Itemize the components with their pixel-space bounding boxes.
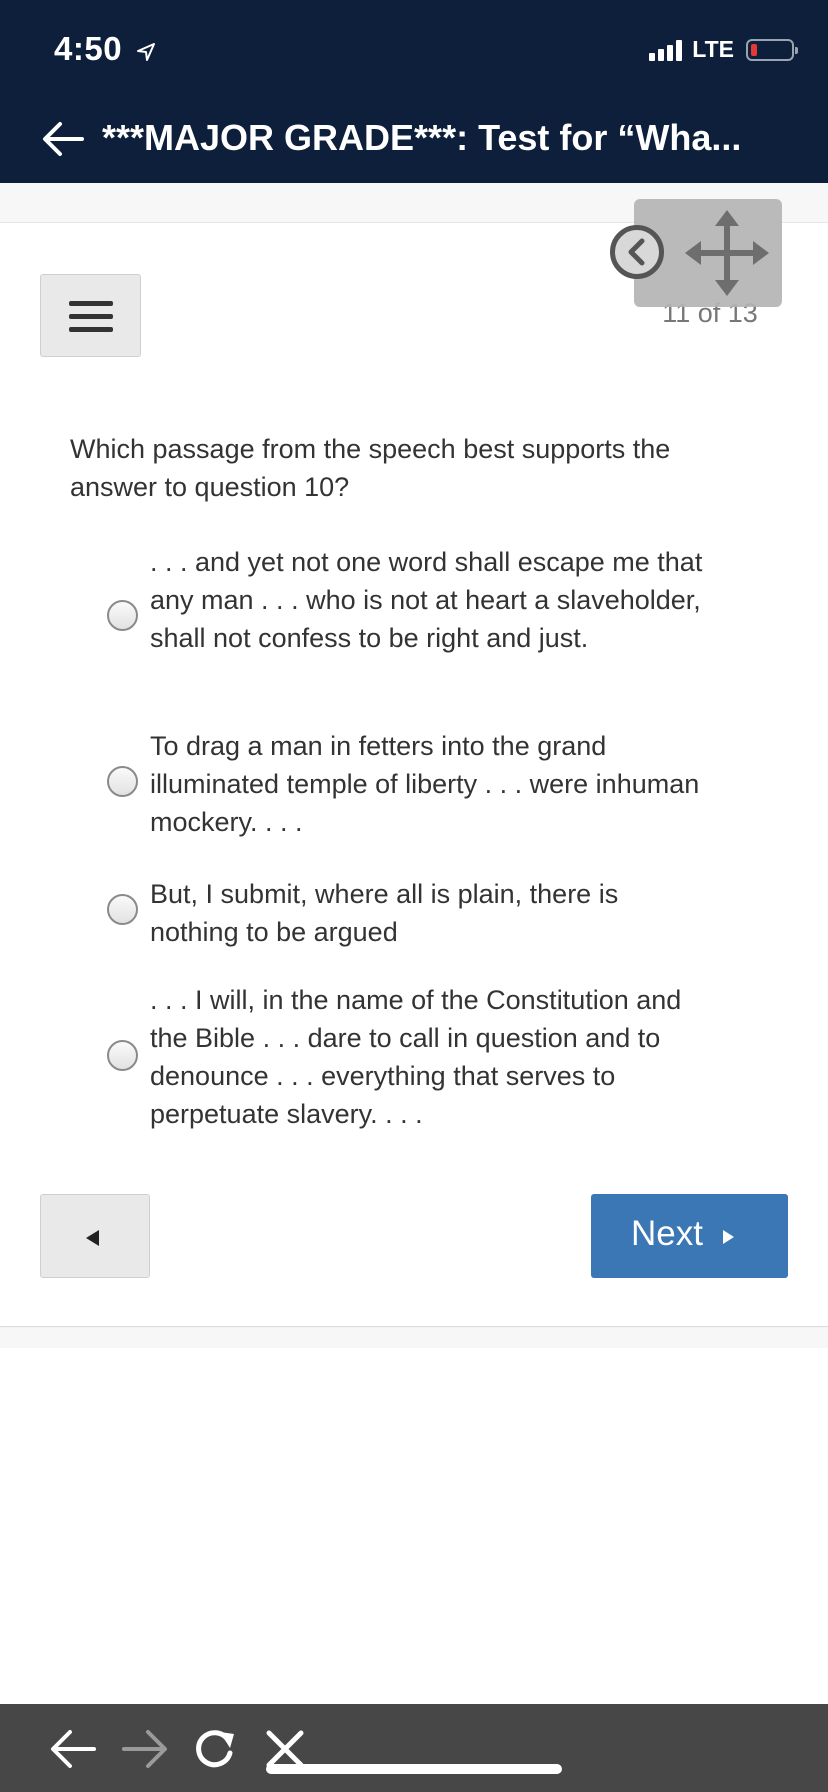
chevron-left-icon [628, 238, 645, 266]
browser-toolbar [0, 1704, 828, 1792]
content-bottom-strip [0, 1328, 828, 1348]
network-type: LTE [692, 36, 734, 62]
home-indicator[interactable] [266, 1764, 562, 1774]
location-arrow-icon [136, 32, 156, 70]
browser-forward-icon[interactable] [120, 1726, 170, 1777]
hamburger-menu-icon [69, 301, 113, 340]
signal-icon [649, 39, 683, 61]
answer-option-1[interactable]: . . . and yet not one word shall escape … [104, 540, 724, 692]
answer-option-text: . . . and yet not one word shall escape … [150, 547, 703, 653]
browser-back-icon[interactable] [48, 1726, 98, 1777]
answer-option-3[interactable]: But, I submit, where all is plain, there… [104, 872, 724, 950]
battery-icon [746, 38, 798, 61]
previous-question-button[interactable] [40, 1194, 150, 1278]
triangle-right-icon [723, 1230, 734, 1244]
radio-button[interactable] [107, 894, 138, 925]
back-arrow-icon[interactable] [38, 114, 88, 164]
radio-button[interactable] [107, 766, 138, 797]
question-menu-button[interactable] [40, 274, 141, 357]
answer-option-2[interactable]: To drag a man in fetters into the grand … [104, 724, 724, 840]
status-time-text: 4:50 [54, 30, 123, 67]
question-text: Which passage from the speech best suppo… [70, 434, 671, 502]
collapse-widget-button[interactable] [610, 225, 664, 279]
move-arrows-icon[interactable] [685, 210, 769, 301]
answer-option-text: . . . I will, in the name of the Constit… [150, 985, 682, 1129]
radio-button[interactable] [107, 600, 138, 631]
radio-button[interactable] [107, 1040, 138, 1071]
answer-option-text: To drag a man in fetters into the grand … [150, 731, 700, 837]
status-time: 4:50 [54, 30, 156, 70]
next-button-label: Next [631, 1214, 703, 1253]
answer-option-text: But, I submit, where all is plain, there… [150, 879, 619, 947]
answer-option-4[interactable]: . . . I will, in the name of the Constit… [104, 978, 724, 1130]
triangle-left-icon [86, 1230, 99, 1246]
reload-icon[interactable] [190, 1726, 240, 1777]
page-title: ***MAJOR GRADE***: Test for “Wha... [102, 117, 742, 158]
next-question-button[interactable]: Next [591, 1194, 788, 1278]
app-header: 4:50 LTE ***MAJOR GRADE***: Test for “Wh… [0, 0, 828, 183]
status-indicators: LTE [649, 36, 798, 63]
